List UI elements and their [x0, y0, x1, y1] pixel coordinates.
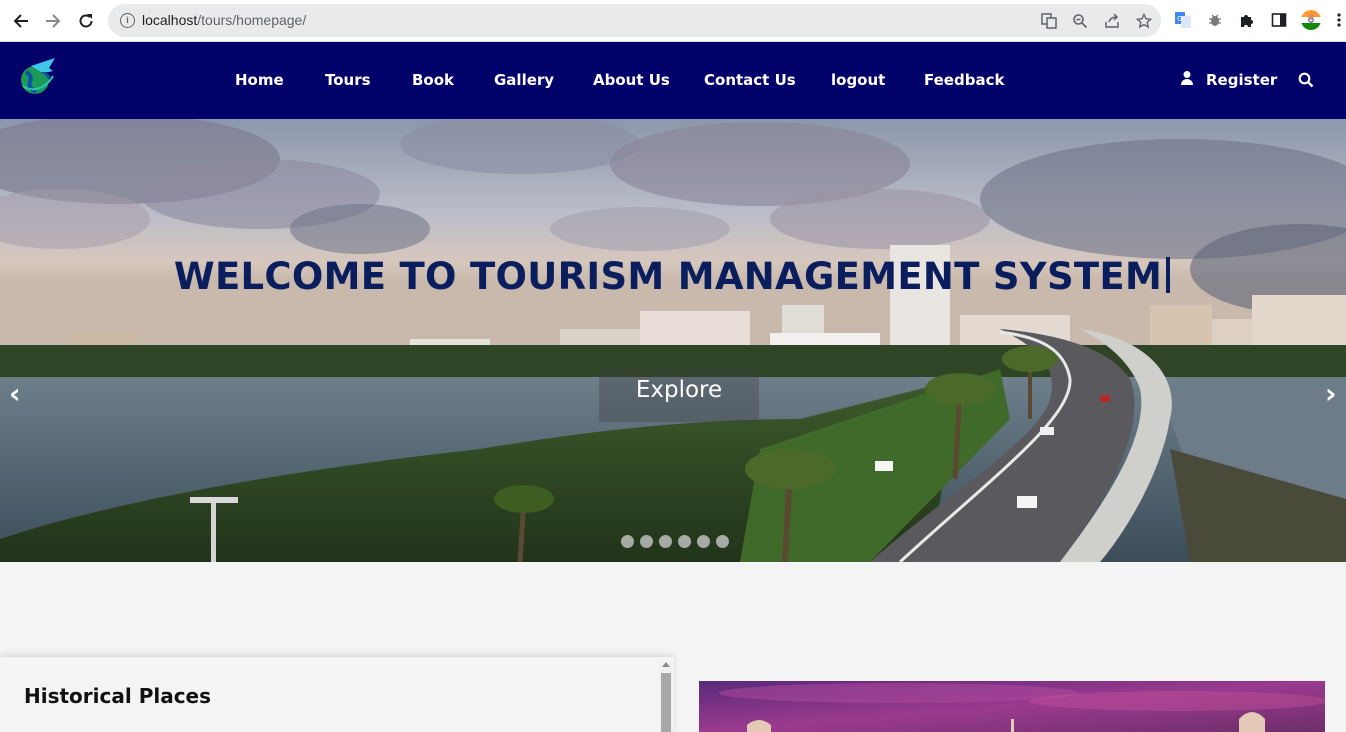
site-info-icon[interactable]: i — [120, 13, 135, 28]
carousel-dot[interactable] — [659, 535, 672, 548]
scrollbar-thumb[interactable] — [661, 673, 671, 732]
nav-book[interactable]: Book — [412, 71, 454, 89]
explore-button[interactable]: Explore — [599, 368, 759, 422]
svg-text:G: G — [1177, 15, 1182, 23]
nav-home[interactable]: Home — [235, 71, 284, 89]
carousel-dot[interactable] — [716, 535, 729, 548]
carousel-dot[interactable] — [678, 535, 691, 548]
register-link[interactable]: Register — [1206, 71, 1277, 89]
profile-avatar-icon[interactable] — [1300, 9, 1322, 31]
browser-menu-icon[interactable] — [1334, 9, 1344, 31]
historical-places-card: Historical Places — [0, 657, 674, 732]
nav-contact-us[interactable]: Contact Us — [704, 71, 796, 89]
hero-background-image — [0, 119, 1346, 562]
nav-logout[interactable]: logout — [831, 71, 885, 89]
historical-place-image — [699, 681, 1325, 732]
nav-gallery[interactable]: Gallery — [494, 71, 554, 89]
url-text: localhost/tours/homepage/ — [142, 12, 307, 28]
share-icon[interactable] — [1101, 10, 1123, 32]
user-icon — [1180, 70, 1194, 86]
scroll-up-arrow-icon[interactable] — [662, 662, 670, 667]
typing-caret — [1166, 257, 1171, 293]
globe-plane-logo-icon[interactable] — [17, 56, 59, 98]
google-translate-extension-icon[interactable]: G — [1172, 9, 1194, 31]
search-icon[interactable] — [1298, 72, 1314, 88]
carousel-prev-arrow[interactable]: ‹ — [9, 377, 21, 410]
hero-title: WELCOME TO TOURISM MANAGEMENT SYSTEM — [0, 255, 1346, 298]
nav-feedback[interactable]: Feedback — [924, 71, 1004, 89]
carousel-next-arrow[interactable]: › — [1325, 377, 1337, 410]
bug-extension-icon[interactable] — [1204, 9, 1226, 31]
carousel-dot[interactable] — [640, 535, 653, 548]
address-bar[interactable]: i localhost/tours/homepage/ — [108, 4, 1161, 37]
site-header: Home Tours Book Gallery About Us Contact… — [0, 42, 1346, 119]
hero-carousel: WELCOME TO TOURISM MANAGEMENT SYSTEM Exp… — [0, 119, 1346, 562]
nav-tours[interactable]: Tours — [325, 71, 371, 89]
back-arrow-icon[interactable] — [8, 8, 34, 34]
zoom-icon[interactable] — [1069, 10, 1091, 32]
side-panel-icon[interactable] — [1268, 9, 1290, 31]
reload-icon[interactable] — [73, 8, 99, 34]
browser-toolbar: i localhost/tours/homepage/ G — [0, 0, 1346, 42]
carousel-dot[interactable] — [697, 535, 710, 548]
extensions-puzzle-icon[interactable] — [1236, 9, 1258, 31]
carousel-dot[interactable] — [621, 535, 634, 548]
forward-arrow-icon[interactable] — [40, 8, 66, 34]
nav-about-us[interactable]: About Us — [593, 71, 670, 89]
historical-places-title: Historical Places — [24, 684, 212, 708]
translate-icon[interactable] — [1038, 10, 1060, 32]
bookmark-star-icon[interactable] — [1133, 10, 1155, 32]
carousel-indicators — [621, 535, 729, 548]
